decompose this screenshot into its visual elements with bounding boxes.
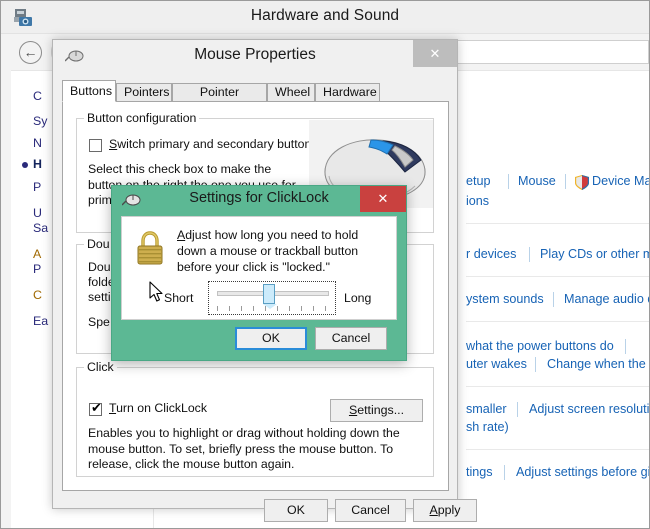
slider-thumb[interactable] <box>263 284 275 304</box>
mouse-apply-button[interactable]: Apply <box>413 499 477 522</box>
link-separator <box>504 465 505 480</box>
arrow-cursor <box>149 281 164 303</box>
check-icon: ✔ <box>91 401 102 414</box>
link-mouse[interactable]: Mouse <box>518 174 556 188</box>
link-screen-resolution[interactable]: Adjust screen resolution <box>529 402 650 416</box>
mouse-properties-tabs: Buttons Pointers Pointer Options Wheel H… <box>62 80 449 102</box>
sidebar-item-0[interactable]: C <box>33 89 42 103</box>
turn-on-clicklock-label-text: urn on ClickLock <box>116 401 207 415</box>
slider-tick <box>229 306 230 311</box>
control-panel-titlebar: Hardware and Sound <box>1 1 649 34</box>
link-separator <box>517 402 518 417</box>
double-click-line1: Dou <box>88 260 111 276</box>
link-power-buttons[interactable]: what the power buttons do <box>466 339 614 353</box>
switch-buttons-label: Switch primary and secondary buttons <box>109 137 317 153</box>
clicklock-settings-dialog: Settings for ClickLock ✕ Adjust how long… <box>111 185 407 361</box>
turn-on-clicklock-checkbox[interactable]: ✔ <box>89 403 102 416</box>
screen: Hardware and Sound ← C Sy N H P U Sa A P… <box>0 0 650 529</box>
close-icon[interactable]: ✕ <box>360 186 406 212</box>
double-click-group-label: Dou <box>84 237 113 251</box>
button-configuration-label: Button configuration <box>84 111 199 125</box>
link-separator <box>625 339 626 354</box>
mouse-ok-button[interactable]: OK <box>264 499 328 522</box>
turn-on-clicklock-label: Turn on ClickLock <box>109 401 207 417</box>
slider-ticks <box>217 306 329 312</box>
link-refresh-rate[interactable]: sh rate) <box>466 420 509 434</box>
back-button[interactable]: ← <box>19 41 42 64</box>
sidebar-item-5[interactable]: U <box>33 206 42 220</box>
link-devices[interactable]: r devices <box>466 247 516 261</box>
mouse-cancel-button[interactable]: Cancel <box>335 499 406 522</box>
switch-buttons-checkbox[interactable] <box>89 139 102 152</box>
slider-tick <box>217 306 218 311</box>
padlock-icon <box>134 230 166 266</box>
clicklock-settings-body: Adjust how long you need to hold down a … <box>121 216 397 320</box>
sidebar-item-8[interactable]: P <box>33 262 41 276</box>
tab-hardware[interactable]: Hardware <box>315 83 380 102</box>
slider-tick <box>325 306 326 311</box>
link-separator <box>529 247 530 262</box>
sidebar-selected-bullet <box>22 162 28 168</box>
slider-tick <box>265 306 266 311</box>
divider <box>466 321 649 322</box>
link-change-when[interactable]: Change when the co <box>547 357 650 371</box>
link-settings[interactable]: tings <box>466 465 493 479</box>
sidebar-item-10[interactable]: Ea <box>33 314 48 328</box>
divider <box>466 276 649 277</box>
clicklock-slider[interactable] <box>208 281 336 315</box>
clicklock-description-rest: djust how long you need to hold down a m… <box>177 228 358 274</box>
clicklock-titlebar: Settings for ClickLock ✕ <box>112 186 406 214</box>
clicklock-group-label: Click <box>84 360 117 374</box>
link-ions[interactable]: ions <box>466 194 489 208</box>
sidebar-item-1[interactable]: Sy <box>33 114 47 128</box>
mouse-properties-title: Mouse Properties <box>53 46 457 64</box>
page-title: Hardware and Sound <box>1 7 649 25</box>
divider <box>466 386 649 387</box>
clicklock-description: Enables you to highlight or drag without… <box>88 426 428 473</box>
link-separator <box>535 357 536 372</box>
slider-tick <box>277 306 278 311</box>
link-device-manager[interactable]: Device Mana <box>592 174 650 188</box>
clicklock-cancel-button[interactable]: Cancel <box>315 327 387 350</box>
sidebar-item-9[interactable]: C <box>33 288 42 302</box>
link-separator <box>565 174 566 189</box>
switch-buttons-label-text: witch primary and secondary buttons <box>117 137 317 151</box>
slider-tick <box>241 306 242 311</box>
tab-buttons[interactable]: Buttons <box>62 80 116 102</box>
mouse-properties-titlebar: Mouse Properties ✕ <box>53 40 457 73</box>
link-separator <box>553 292 554 307</box>
tab-wheel[interactable]: Wheel <box>267 83 315 102</box>
clicklock-settings-button-label: ettings... <box>357 403 404 417</box>
slider-tick <box>313 306 314 311</box>
sidebar-item-7[interactable]: A <box>33 247 41 261</box>
slider-tick <box>253 306 254 311</box>
link-play-cds[interactable]: Play CDs or other medi <box>540 247 650 261</box>
slider-min-label: Short <box>164 291 193 305</box>
slider-tick <box>289 306 290 311</box>
divider <box>466 449 649 450</box>
sidebar-item-2[interactable]: N <box>33 136 42 150</box>
sidebar-item-3[interactable]: H <box>33 157 42 171</box>
slider-max-label: Long <box>344 291 371 305</box>
shield-icon <box>575 175 589 190</box>
link-manage-audio[interactable]: Manage audio dev <box>564 292 650 306</box>
link-setup[interactable]: etup <box>466 174 491 188</box>
link-system-sounds[interactable]: ystem sounds <box>466 292 544 306</box>
sidebar-item-6[interactable]: Sa <box>33 221 48 235</box>
link-smaller[interactable]: smaller <box>466 402 507 416</box>
close-icon[interactable]: ✕ <box>413 40 457 67</box>
link-separator <box>508 174 509 189</box>
divider <box>466 223 649 224</box>
tab-pointers[interactable]: Pointers <box>116 83 172 102</box>
clicklock-settings-button[interactable]: Settings... <box>330 399 423 422</box>
mouse-apply-button-label: pply <box>438 503 461 517</box>
slider-tick <box>301 306 302 311</box>
link-computer-wakes[interactable]: uter wakes <box>466 357 527 371</box>
clicklock-ok-button[interactable]: OK <box>235 327 307 350</box>
link-adjust-settings[interactable]: Adjust settings before givin <box>516 465 650 479</box>
sidebar-item-4[interactable]: P <box>33 180 41 194</box>
double-click-speed-label: Spe <box>88 315 110 331</box>
clicklock-description-text: Adjust how long you need to hold down a … <box>177 227 389 275</box>
tab-pointer-options[interactable]: Pointer Options <box>172 83 267 102</box>
